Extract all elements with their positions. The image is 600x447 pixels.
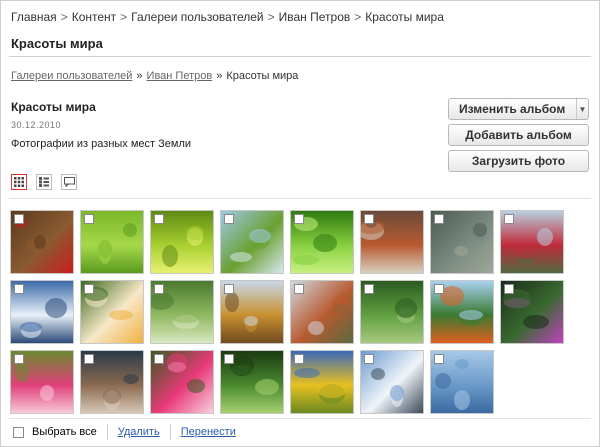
photo-thumbnail[interactable]: [360, 350, 424, 414]
divider: [9, 418, 591, 419]
photo-checkbox[interactable]: [154, 214, 164, 224]
photo-checkbox[interactable]: [364, 354, 374, 364]
gallery-breadcrumb-link-galleries[interactable]: Галереи пользователей: [11, 70, 132, 82]
photo-thumbnail[interactable]: [80, 350, 144, 414]
photo-thumbnail[interactable]: [360, 280, 424, 344]
breadcrumb-item-user-galleries[interactable]: Галереи пользователей: [131, 10, 263, 24]
photo-thumbnail[interactable]: [10, 280, 74, 344]
select-all-label[interactable]: Выбрать все: [32, 426, 97, 438]
photo-checkbox[interactable]: [364, 284, 374, 294]
breadcrumb-item-content[interactable]: Контент: [72, 10, 116, 24]
divider: [9, 198, 591, 199]
divider: [169, 424, 171, 440]
breadcrumb-separator: >: [267, 10, 275, 24]
add-album-button[interactable]: Добавить альбом: [448, 124, 589, 146]
photo-checkbox[interactable]: [14, 354, 24, 364]
breadcrumb-separator: >: [120, 10, 128, 24]
gallery-page: Главная > Контент > Галереи пользователей > Ив…: [0, 0, 600, 447]
photo-checkbox[interactable]: [224, 354, 234, 364]
photo-checkbox[interactable]: [434, 284, 444, 294]
photo-thumbnail[interactable]: [10, 210, 74, 274]
photo-thumbnail[interactable]: [220, 350, 284, 414]
photo-checkbox[interactable]: [84, 284, 94, 294]
divider: [9, 56, 591, 57]
album-name: Красоты мира: [11, 100, 96, 114]
breadcrumb-separator: >: [354, 10, 362, 24]
photo-thumbnail[interactable]: [290, 210, 354, 274]
photo-thumbnail[interactable]: [150, 350, 214, 414]
photo-checkbox[interactable]: [294, 354, 304, 364]
photo-checkbox[interactable]: [364, 214, 374, 224]
photo-checkbox[interactable]: [434, 214, 444, 224]
photo-checkbox[interactable]: [504, 284, 514, 294]
photo-thumbnail[interactable]: [290, 350, 354, 414]
edit-album-button[interactable]: Изменить альбом ▼: [448, 98, 589, 120]
comments-view-icon[interactable]: [61, 174, 77, 190]
photo-checkbox[interactable]: [154, 284, 164, 294]
delete-link[interactable]: Удалить: [118, 426, 160, 438]
gallery-breadcrumb-current: Красоты мира: [226, 70, 299, 82]
photo-checkbox[interactable]: [434, 354, 444, 364]
photo-thumbnail[interactable]: [80, 280, 144, 344]
photo-thumbnail[interactable]: [430, 350, 494, 414]
photo-thumbnail[interactable]: [10, 350, 74, 414]
breadcrumb: Главная > Контент > Галереи пользователей > Ив…: [11, 10, 444, 24]
select-all-checkbox[interactable]: [13, 426, 24, 438]
breadcrumb-item-current: Красоты мира: [365, 10, 444, 24]
gallery-breadcrumb-link-user[interactable]: Иван Петров: [147, 70, 213, 82]
photo-thumbnail[interactable]: [360, 210, 424, 274]
divider: [106, 424, 108, 440]
album-description: Фотографии из разных мест Земли: [11, 138, 192, 150]
breadcrumb-item-user[interactable]: Иван Петров: [279, 10, 351, 24]
photo-thumbnail[interactable]: [290, 280, 354, 344]
photo-checkbox[interactable]: [14, 214, 24, 224]
move-link[interactable]: Перенести: [181, 426, 236, 438]
view-mode-switcher: [11, 174, 77, 190]
photo-thumbnail[interactable]: [150, 280, 214, 344]
bulk-actions-bar: Выбрать все Удалить Перенести: [13, 424, 236, 440]
photo-thumbnail[interactable]: [500, 280, 564, 344]
photo-thumbnail[interactable]: [430, 280, 494, 344]
album-date: 30.12.2010: [11, 120, 62, 130]
photo-thumbnail[interactable]: [500, 210, 564, 274]
photo-checkbox[interactable]: [14, 284, 24, 294]
photo-thumbnail[interactable]: [80, 210, 144, 274]
photo-checkbox[interactable]: [154, 354, 164, 364]
breadcrumb-item-home[interactable]: Главная: [11, 10, 57, 24]
breadcrumb-separator: >: [60, 10, 68, 24]
photo-thumbnail[interactable]: [150, 210, 214, 274]
photo-checkbox[interactable]: [224, 214, 234, 224]
photo-checkbox[interactable]: [84, 214, 94, 224]
gallery-breadcrumb: Галереи пользователей» Иван Петров» Красот…: [11, 70, 298, 82]
photo-checkbox[interactable]: [504, 214, 514, 224]
photo-checkbox[interactable]: [84, 354, 94, 364]
gallery-breadcrumb-separator: »: [136, 70, 143, 82]
photo-checkbox[interactable]: [294, 214, 304, 224]
photo-thumbnail[interactable]: [220, 280, 284, 344]
photo-checkbox[interactable]: [224, 284, 234, 294]
photo-thumbnail[interactable]: [430, 210, 494, 274]
photo-checkbox[interactable]: [294, 284, 304, 294]
grid-view-icon[interactable]: [11, 174, 27, 190]
list-view-icon[interactable]: [36, 174, 52, 190]
page-title: Красоты мира: [11, 36, 103, 51]
photo-thumbnail[interactable]: [220, 210, 284, 274]
gallery-breadcrumb-separator: »: [216, 70, 223, 82]
dropdown-arrow-icon[interactable]: ▼: [576, 99, 588, 119]
edit-album-button-label: Изменить альбом: [459, 102, 566, 116]
upload-photo-button[interactable]: Загрузить фото: [448, 150, 589, 172]
